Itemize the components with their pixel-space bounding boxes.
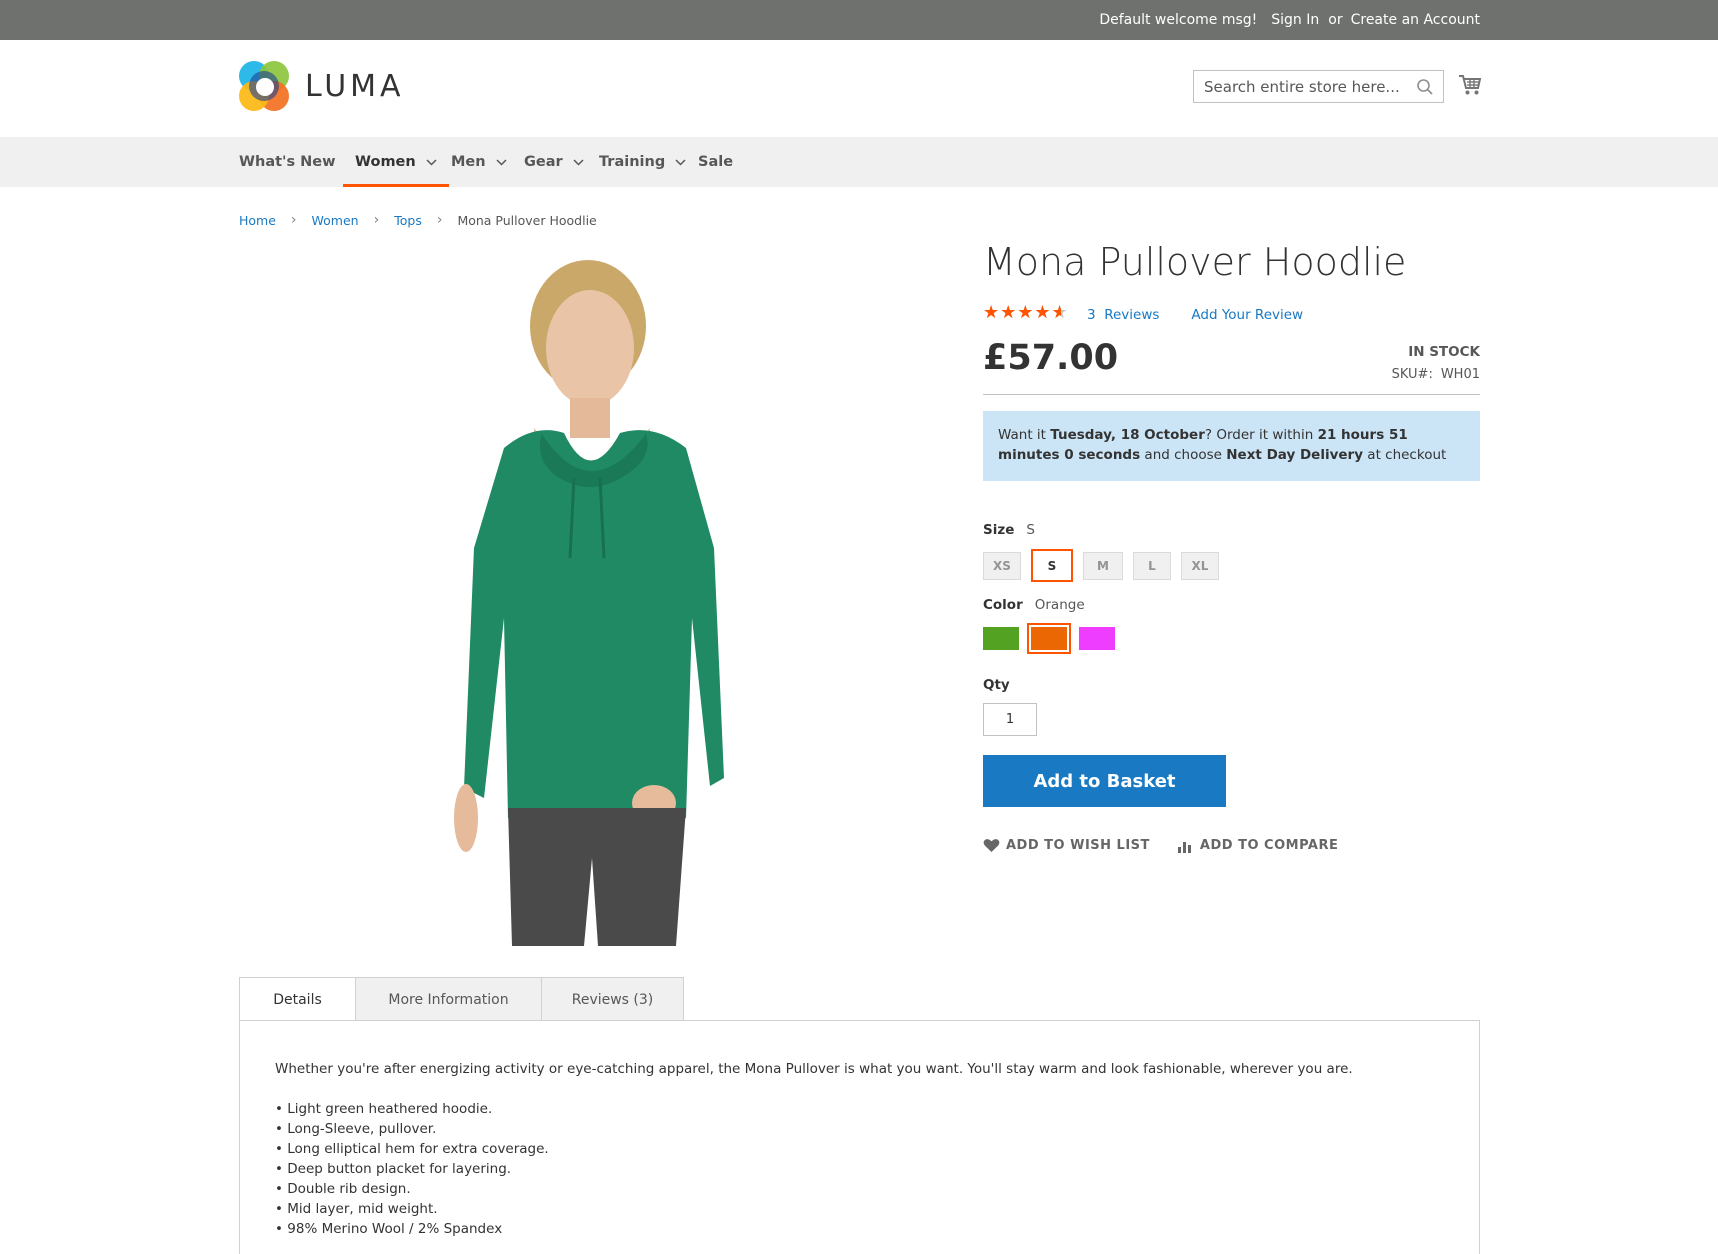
color-swatch-green[interactable] — [983, 627, 1019, 650]
list-item: Long elliptical hem for extra coverage. — [275, 1139, 1444, 1159]
logo-text: LUMA — [305, 69, 405, 104]
nav-item-women[interactable]: Women — [343, 137, 449, 187]
reviews-link[interactable]: 3 Reviews — [1087, 307, 1159, 323]
search-icon[interactable] — [1416, 78, 1434, 96]
nav-item-gear[interactable]: Gear — [524, 137, 584, 187]
nav-label: Training — [599, 154, 666, 170]
rating-stars-icon: ★★★★★ ★★★★★ — [983, 302, 1069, 323]
reviews-count: 3 — [1087, 307, 1096, 323]
search-input[interactable] — [1194, 71, 1404, 102]
color-selected: Orange — [1034, 597, 1085, 613]
list-item: Long-Sleeve, pullover. — [275, 1119, 1444, 1139]
cart-icon[interactable] — [1458, 74, 1482, 96]
color-label: Color Orange — [983, 597, 1085, 613]
product-sku: SKU#: WH01 — [1392, 367, 1480, 382]
breadcrumb: Home › Women › Tops › Mona Pullover Hood… — [239, 212, 597, 228]
details-list: Light green heathered hoodie. Long-Sleev… — [275, 1099, 1444, 1239]
tab-details[interactable]: Details — [239, 977, 356, 1022]
product-rating: ★★★★★ ★★★★★ 3 Reviews Add Your Review — [983, 302, 1303, 324]
stock-status: IN STOCK — [1408, 344, 1480, 360]
product-tabs: Details More Information Reviews (3) — [239, 977, 684, 1022]
details-intro: Whether you're after energizing activity… — [275, 1061, 1353, 1077]
color-options — [983, 623, 1125, 654]
sku-label: SKU#: — [1391, 367, 1433, 382]
nav-label: Gear — [524, 154, 563, 170]
add-to-wishlist-link[interactable]: ADD TO WISH LIST — [983, 838, 1150, 853]
tab-reviews[interactable]: Reviews (3) — [541, 977, 684, 1021]
product-actions: ADD TO WISH LIST ADD TO COMPARE — [983, 838, 1366, 853]
compare-chart-icon — [1177, 841, 1191, 853]
breadcrumb-home[interactable]: Home — [239, 213, 276, 228]
heart-icon — [983, 839, 1000, 852]
breadcrumb-women[interactable]: Women — [312, 213, 359, 228]
tab-panel-details: Whether you're after energizing activity… — [239, 1020, 1480, 1254]
delivery-notice: Want it Tuesday, 18 October? Order it wi… — [983, 411, 1480, 481]
breadcrumb-current: Mona Pullover Hoodlie — [457, 212, 597, 228]
list-item: Light green heathered hoodie. — [275, 1099, 1444, 1119]
or-text: or — [1328, 12, 1343, 28]
nav-item-training[interactable]: Training — [599, 137, 686, 187]
top-panel: Default welcome msg! Sign In or Create a… — [0, 0, 1718, 40]
luma-logo-icon — [239, 61, 290, 112]
main-nav: What's New Women Men Gear Training Sale — [0, 137, 1718, 187]
size-option-s[interactable]: S — [1031, 549, 1073, 582]
reviews-label: Reviews — [1104, 307, 1160, 323]
divider — [983, 394, 1480, 395]
qty-label: Qty — [983, 677, 1010, 693]
size-selected: S — [1026, 522, 1035, 538]
product-image[interactable] — [424, 258, 804, 946]
size-label: Size S — [983, 522, 1035, 538]
nav-item-whats-new[interactable]: What's New — [239, 137, 336, 187]
add-to-compare-link[interactable]: ADD TO COMPARE — [1177, 838, 1339, 853]
size-option-xs[interactable]: XS — [983, 552, 1021, 580]
breadcrumb-tops[interactable]: Tops — [394, 213, 422, 228]
tab-more-information[interactable]: More Information — [355, 977, 542, 1021]
product-price: £57.00 — [983, 338, 1119, 378]
breadcrumb-separator: › — [436, 212, 443, 228]
wishlist-label: ADD TO WISH LIST — [1006, 838, 1150, 853]
compare-label: ADD TO COMPARE — [1199, 838, 1339, 853]
nav-label: What's New — [239, 154, 336, 170]
chevron-down-icon — [573, 158, 584, 166]
list-item: Deep button placket for layering. — [275, 1159, 1444, 1179]
search-box — [1193, 70, 1444, 103]
product-title: Mona Pullover Hoodlie — [983, 240, 1407, 284]
create-account-link[interactable]: Create an Account — [1351, 12, 1480, 28]
size-options: XS S M L XL — [983, 549, 1229, 582]
sign-in-link[interactable]: Sign In — [1271, 12, 1319, 28]
chevron-down-icon — [426, 158, 437, 166]
chevron-down-icon — [675, 158, 686, 166]
add-review-link[interactable]: Add Your Review — [1191, 307, 1303, 323]
welcome-message: Default welcome msg! — [1099, 12, 1258, 28]
color-swatch-purple[interactable] — [1079, 627, 1115, 650]
delivery-date: Tuesday, 18 October — [1050, 427, 1205, 443]
chevron-down-icon — [496, 158, 507, 166]
delivery-method: Next Day Delivery — [1226, 447, 1363, 463]
color-swatch-orange[interactable] — [1027, 623, 1071, 654]
nav-item-men[interactable]: Men — [451, 137, 507, 187]
sku-value: WH01 — [1440, 367, 1480, 382]
add-to-basket-button[interactable]: Add to Basket — [983, 755, 1226, 807]
size-option-xl[interactable]: XL — [1181, 552, 1219, 580]
nav-item-sale[interactable]: Sale — [698, 137, 733, 187]
breadcrumb-separator: › — [290, 212, 297, 228]
nav-label: Sale — [698, 154, 734, 170]
list-item: Double rib design. — [275, 1179, 1444, 1199]
breadcrumb-separator: › — [373, 212, 380, 228]
header-links: Default welcome msg! Sign In or Create a… — [1091, 0, 1480, 40]
size-option-l[interactable]: L — [1133, 552, 1171, 580]
nav-label: Women — [355, 154, 416, 170]
nav-label: Men — [451, 154, 486, 170]
list-item: 98% Merino Wool / 2% Spandex — [275, 1219, 1444, 1239]
logo[interactable]: LUMA — [239, 61, 405, 112]
list-item: Mid layer, mid weight. — [275, 1199, 1444, 1219]
size-option-m[interactable]: M — [1083, 552, 1123, 580]
qty-input[interactable] — [983, 703, 1037, 736]
